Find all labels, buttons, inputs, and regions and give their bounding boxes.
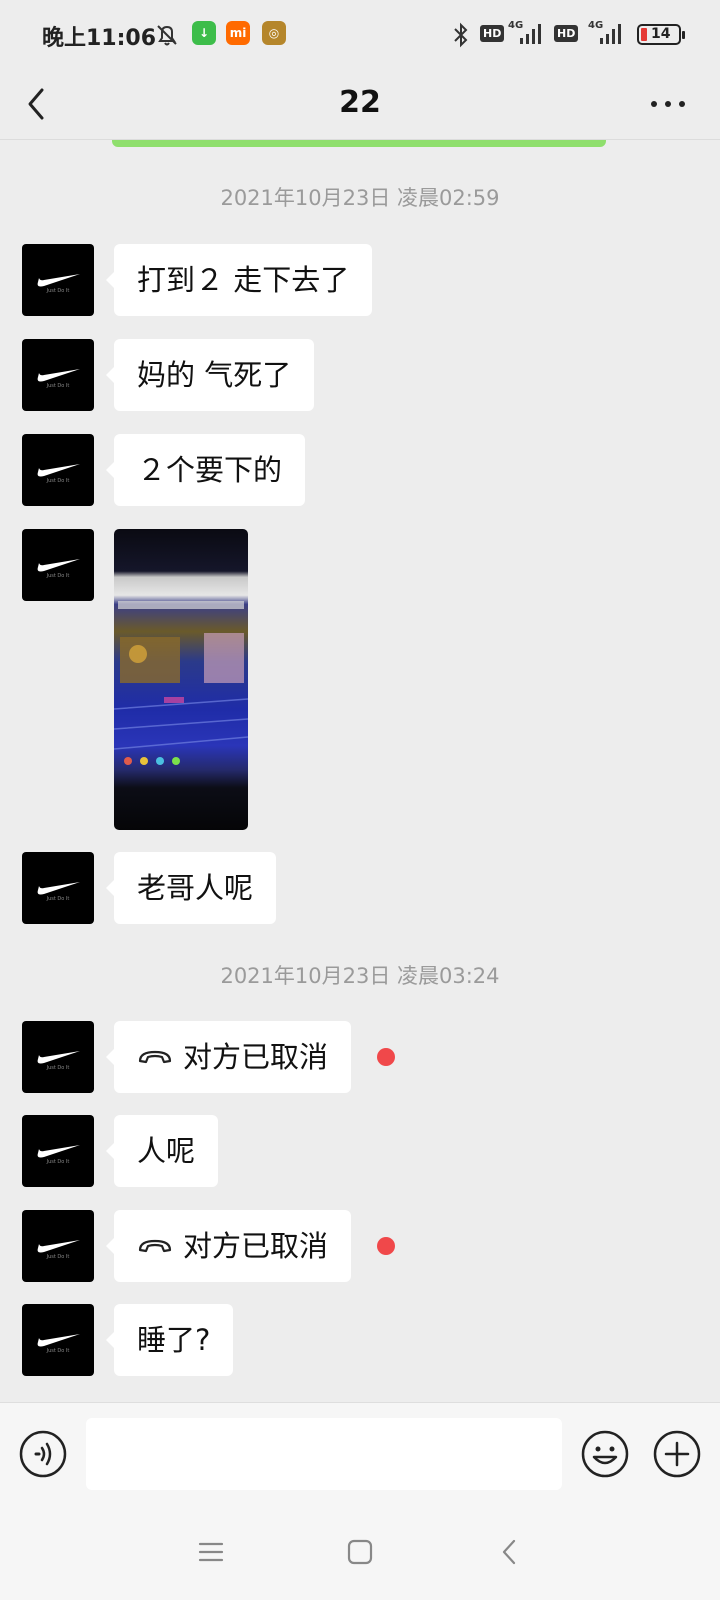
signal-icon-1 [520, 24, 541, 44]
photo-thumbnail [114, 601, 248, 765]
voice-icon[interactable] [18, 1429, 68, 1479]
timestamp: 2021年10月23日 凌晨03:24 [220, 964, 500, 988]
call-status-label: 对方已取消 [183, 1040, 329, 1074]
swoosh-logo-icon [37, 559, 80, 572]
swoosh-logo-icon [37, 1051, 80, 1064]
message-bubble[interactable]: ２个要下的 [105, 434, 306, 506]
timestamp: 2021年10月23日 凌晨02:59 [220, 186, 500, 210]
avatar[interactable]: Just Do It [22, 339, 94, 411]
call-message-bubble[interactable]: 对方已取消 [105, 1210, 352, 1282]
more-dots-icon[interactable] [644, 80, 692, 128]
unread-dot [377, 1237, 395, 1255]
unread-dot [377, 1048, 395, 1066]
home-square-icon[interactable] [336, 1528, 384, 1576]
hangup-phone-icon [138, 1239, 172, 1253]
message-bubble[interactable]: 打到２ 走下去了 [105, 244, 373, 316]
chat-header: 22 [0, 68, 720, 140]
avatar[interactable]: Just Do It [22, 529, 94, 601]
avatar[interactable]: Just Do It [22, 1304, 94, 1376]
swoosh-logo-icon [37, 882, 80, 895]
message-bubble[interactable]: 妈的 气死了 [105, 339, 315, 411]
swoosh-logo-icon [37, 464, 80, 477]
image-message[interactable] [114, 529, 248, 830]
call-status-label: 对方已取消 [183, 1229, 329, 1263]
avatar[interactable]: Just Do It [22, 244, 94, 316]
signal-icon-2 [600, 24, 621, 44]
menu-icon[interactable] [187, 1528, 235, 1576]
battery-level: 14 [651, 26, 671, 42]
game-icon: ◎ [262, 21, 286, 45]
hangup-phone-icon [138, 1050, 172, 1064]
mi-icon: mi [226, 21, 250, 45]
swoosh-logo-icon [37, 274, 80, 287]
green-banner-edge [112, 140, 606, 147]
emoji-icon[interactable] [580, 1429, 630, 1479]
download-icon: ↓ [192, 21, 216, 45]
swoosh-logo-icon [37, 1145, 80, 1158]
call-message-bubble[interactable]: 对方已取消 [105, 1021, 352, 1093]
bluetooth-icon [454, 22, 468, 48]
message-bubble[interactable]: 人呢 [105, 1115, 219, 1187]
status-time: 晚上11:06 [42, 26, 157, 51]
avatar[interactable]: Just Do It [22, 1021, 94, 1093]
avatar[interactable]: Just Do It [22, 1115, 94, 1187]
mute-bell-icon [157, 25, 177, 46]
message-bubble[interactable]: 睡了? [105, 1304, 234, 1376]
message-input[interactable] [86, 1418, 562, 1490]
back-triangle-icon[interactable] [486, 1528, 534, 1576]
input-bar [0, 1402, 720, 1504]
hd-badge-1: HD [480, 25, 505, 42]
swoosh-logo-icon [37, 1240, 80, 1253]
status-bar: 晚上11:06 ↓ mi ◎ HD 4G HD 4G 14 [0, 0, 720, 68]
swoosh-logo-icon [37, 1334, 80, 1347]
avatar[interactable]: Just Do It [22, 434, 94, 506]
message-bubble[interactable]: 老哥人呢 [105, 852, 277, 924]
swoosh-logo-icon [37, 369, 80, 382]
chat-title: 22 [339, 85, 381, 120]
avatar[interactable]: Just Do It [22, 852, 94, 924]
battery-icon: 14 [637, 24, 685, 45]
avatar[interactable]: Just Do It [22, 1210, 94, 1282]
system-nav-bar [0, 1504, 720, 1600]
plus-icon[interactable] [652, 1429, 702, 1479]
hd-badge-2: HD [554, 25, 579, 42]
